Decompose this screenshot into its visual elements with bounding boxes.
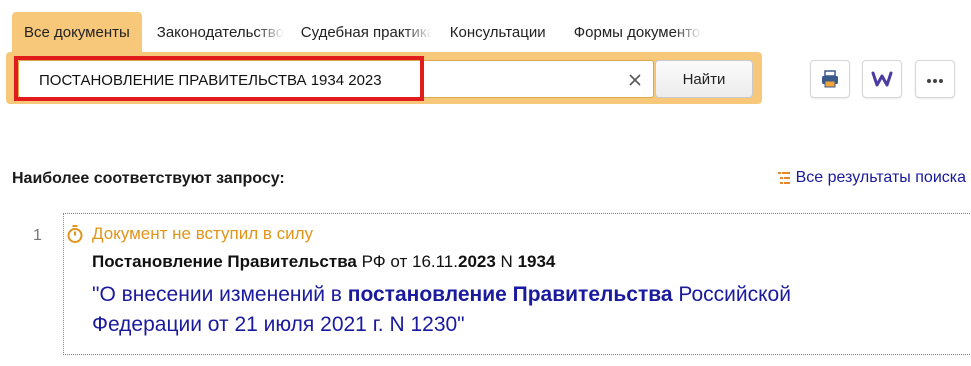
close-icon[interactable] — [625, 70, 645, 90]
link-part: "О внесении изменений в — [92, 283, 348, 306]
tab-legislation[interactable]: Законодательство — [142, 12, 284, 52]
printer-icon — [822, 70, 838, 88]
link-part: постановление Правительства — [347, 283, 673, 306]
list-icon — [777, 172, 790, 184]
tab-bar: Все документы Законодательство Судебная … — [12, 12, 702, 52]
search-field — [18, 60, 654, 98]
section-title: Наиболее соответствуют запросу: — [12, 170, 285, 187]
print-button[interactable] — [810, 60, 850, 98]
tab-label: Консультации — [449, 23, 546, 41]
more-button[interactable] — [915, 60, 955, 98]
word-export-icon — [871, 71, 893, 87]
all-results-label: Все результаты поиска — [795, 169, 966, 186]
word-export-button[interactable] — [862, 60, 902, 98]
find-button[interactable]: Найти — [655, 60, 753, 98]
title-part: РФ от 16.11. — [356, 252, 458, 271]
document-title: Постановление Правительства РФ от 16.11.… — [92, 252, 555, 272]
all-results-link[interactable]: Все результаты поиска — [776, 169, 966, 187]
search-input[interactable] — [19, 61, 619, 97]
title-part: 1934 — [517, 252, 556, 271]
title-part: N — [495, 252, 518, 271]
more-dots-icon — [927, 79, 943, 83]
document-link[interactable]: "О внесении изменений в постановление Пр… — [92, 280, 892, 340]
tab-court-practice[interactable]: Судебная практика — [284, 12, 432, 52]
search-bar — [6, 52, 762, 104]
status-text: Документ не вступил в силу — [92, 224, 314, 243]
status-row: Документ не вступил в силу — [66, 224, 313, 244]
stopwatch-icon — [67, 225, 83, 243]
title-part: Постановление Правительства — [92, 252, 357, 271]
title-part: 2023 — [458, 252, 496, 271]
tab-document-forms[interactable]: Формы документов — [562, 12, 702, 52]
tab-consultations[interactable]: Консультации — [432, 12, 562, 52]
tab-all-documents[interactable]: Все документы — [12, 12, 142, 52]
tab-label: Все документы — [24, 23, 130, 41]
result-number: 1 — [33, 227, 42, 244]
